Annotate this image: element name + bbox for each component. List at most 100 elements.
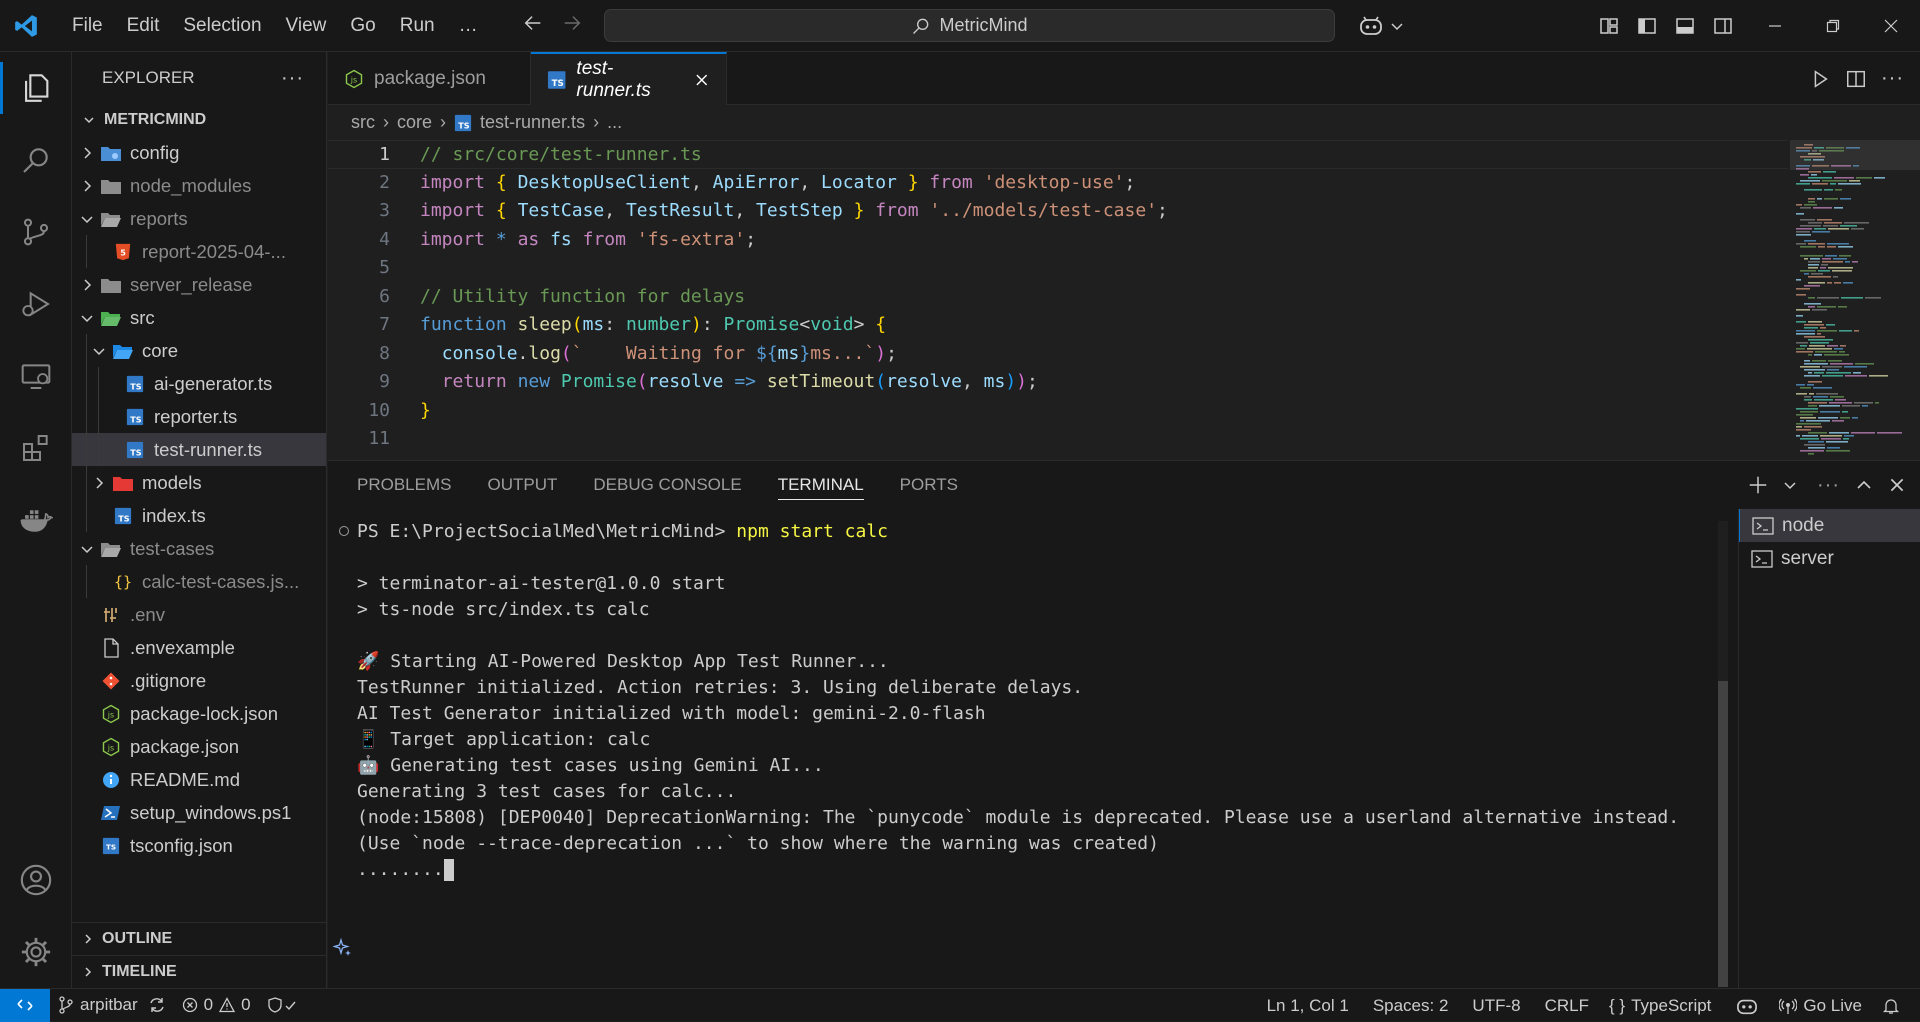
timeline-section-header[interactable]: TIMELINE xyxy=(72,955,326,988)
indentation[interactable]: Spaces: 2 xyxy=(1365,989,1457,1022)
terminal-item-server[interactable]: server xyxy=(1739,542,1920,575)
tree-item[interactable]: config xyxy=(72,136,326,169)
tree-item[interactable]: core xyxy=(72,334,326,367)
copilot-menu[interactable] xyxy=(1352,0,1404,52)
encoding[interactable]: UTF-8 xyxy=(1464,989,1528,1022)
project-section-header[interactable]: METRICMIND xyxy=(72,104,326,136)
tree-item-label: .gitignore xyxy=(130,669,207,691)
nav-forward-button[interactable] xyxy=(553,12,591,40)
breadcrumb-file[interactable]: test-runner.ts xyxy=(480,112,585,133)
code-editor[interactable]: 1// src/core/test-runner.ts 2 import { De… xyxy=(328,140,1788,460)
toggle-panel-icon[interactable] xyxy=(1666,7,1704,45)
minimap-line xyxy=(1804,444,1825,446)
accounts-button[interactable] xyxy=(0,844,72,916)
menu-run[interactable]: Run xyxy=(388,9,447,43)
tree-item[interactable]: .env xyxy=(72,598,326,631)
restore-button[interactable] xyxy=(1804,0,1862,52)
copilot-status-icon[interactable] xyxy=(1727,989,1767,1022)
tree-item[interactable]: {} calc-test-cases.js... xyxy=(72,565,326,598)
minimap-line xyxy=(1827,246,1836,248)
run-debug-button[interactable] xyxy=(0,268,72,340)
outline-section-header[interactable]: OUTLINE xyxy=(72,922,326,955)
terminal-scrollbar[interactable] xyxy=(1718,521,1728,987)
menu-edit[interactable]: Edit xyxy=(115,9,172,43)
tree-item[interactable]: server_release xyxy=(72,268,326,301)
minimize-button[interactable] xyxy=(1746,0,1804,52)
tab-terminal[interactable]: TERMINAL xyxy=(777,475,864,500)
tree-item[interactable]: src xyxy=(72,301,326,334)
maximize-panel-icon[interactable] xyxy=(1854,475,1874,495)
manage-button[interactable] xyxy=(0,916,72,988)
tab-problems[interactable]: PROBLEMS xyxy=(357,475,451,495)
tree-item[interactable]: js package-lock.json xyxy=(72,697,326,730)
tree-item[interactable]: README.md xyxy=(72,763,326,796)
close-window-button[interactable] xyxy=(1862,0,1920,52)
close-tab-icon[interactable] xyxy=(694,72,710,88)
new-terminal-icon[interactable] xyxy=(1747,474,1769,496)
end-of-line[interactable]: CRLF xyxy=(1537,989,1597,1022)
menu-go[interactable]: Go xyxy=(338,9,387,43)
minimap[interactable] xyxy=(1790,140,1920,460)
tab-debug-console[interactable]: DEBUG CONSOLE xyxy=(593,475,741,495)
menu-selection[interactable]: Selection xyxy=(171,9,273,43)
tree-item[interactable]: test-cases xyxy=(72,532,326,565)
remote-indicator[interactable] xyxy=(0,988,50,1022)
account-icon xyxy=(20,864,52,896)
remote-explorer-button[interactable] xyxy=(0,340,72,412)
minimap-line xyxy=(1814,399,1833,401)
tree-item[interactable]: models xyxy=(72,466,326,499)
sparkle-icon[interactable] xyxy=(333,938,353,958)
tree-item[interactable]: setup_windows.ps1 xyxy=(72,796,326,829)
sync-icon[interactable] xyxy=(148,996,166,1014)
toggle-secondary-sidebar-icon[interactable] xyxy=(1704,7,1742,45)
breadcrumb-src[interactable]: src xyxy=(351,112,375,133)
problems-indicator[interactable]: 0 0 xyxy=(174,989,259,1022)
menu-view[interactable]: View xyxy=(274,9,339,43)
explorer-more-actions-button[interactable]: ··· xyxy=(281,67,304,90)
tree-item[interactable]: TS tsconfig.json xyxy=(72,829,326,862)
breadcrumb-core[interactable]: core xyxy=(397,112,432,133)
tab-test-runner-ts[interactable]: TS test-runner.ts xyxy=(531,52,727,105)
docker-button[interactable] xyxy=(0,484,72,556)
source-control-button[interactable] xyxy=(0,196,72,268)
breadcrumb-symbol[interactable]: ... xyxy=(607,112,622,133)
menu-file[interactable]: File xyxy=(60,9,115,43)
run-icon[interactable] xyxy=(1809,68,1831,90)
tree-item[interactable]: 5 report-2025-04-... xyxy=(72,235,326,268)
extensions-button[interactable] xyxy=(0,412,72,484)
copilot-status[interactable] xyxy=(259,989,305,1022)
split-editor-icon[interactable] xyxy=(1845,68,1867,90)
tree-item[interactable]: .gitignore xyxy=(72,664,326,697)
customize-layout-icon[interactable] xyxy=(1590,7,1628,45)
chevron-down-icon[interactable] xyxy=(1783,478,1797,492)
close-panel-icon[interactable] xyxy=(1888,476,1906,494)
tree-item[interactable]: js package.json xyxy=(72,730,326,763)
notifications-button[interactable] xyxy=(1874,989,1908,1022)
more-actions-icon[interactable]: ··· xyxy=(1881,67,1904,90)
tree-item[interactable]: TS ai-generator.ts xyxy=(72,367,326,400)
tree-item[interactable]: TS index.ts xyxy=(72,499,326,532)
tree-item[interactable]: node_modules xyxy=(72,169,326,202)
tree-item[interactable]: .envexample xyxy=(72,631,326,664)
go-live-button[interactable]: Go Live xyxy=(1771,989,1870,1022)
tab-output[interactable]: OUTPUT xyxy=(487,475,557,495)
more-actions-icon[interactable]: ··· xyxy=(1817,474,1840,497)
tree-item[interactable]: TS test-runner.ts xyxy=(72,433,326,466)
terminal-scrollbar-thumb[interactable] xyxy=(1718,681,1728,987)
cursor-position[interactable]: Ln 1, Col 1 xyxy=(1259,989,1357,1022)
search-button[interactable] xyxy=(0,124,72,196)
toggle-primary-sidebar-icon[interactable] xyxy=(1628,7,1666,45)
language-mode[interactable]: { } TypeScript xyxy=(1601,989,1719,1022)
tab-ports[interactable]: PORTS xyxy=(900,475,958,495)
menu-more[interactable]: … xyxy=(447,9,490,43)
explorer-button[interactable] xyxy=(0,52,72,124)
terminal-output[interactable]: PS E:\ProjectSocialMed\MetricMind> npm s… xyxy=(328,509,1718,989)
nav-back-button[interactable] xyxy=(514,12,552,40)
tree-item[interactable]: TS reporter.ts xyxy=(72,400,326,433)
tree-item[interactable]: reports xyxy=(72,202,326,235)
tab-package-json[interactable]: js package.json xyxy=(328,52,531,105)
terminal-item-node[interactable]: node xyxy=(1739,509,1920,542)
branch-indicator[interactable]: arpitbar xyxy=(50,989,174,1022)
chevron-right-icon: › xyxy=(440,112,447,132)
command-center-search[interactable]: MetricMind xyxy=(604,9,1335,42)
